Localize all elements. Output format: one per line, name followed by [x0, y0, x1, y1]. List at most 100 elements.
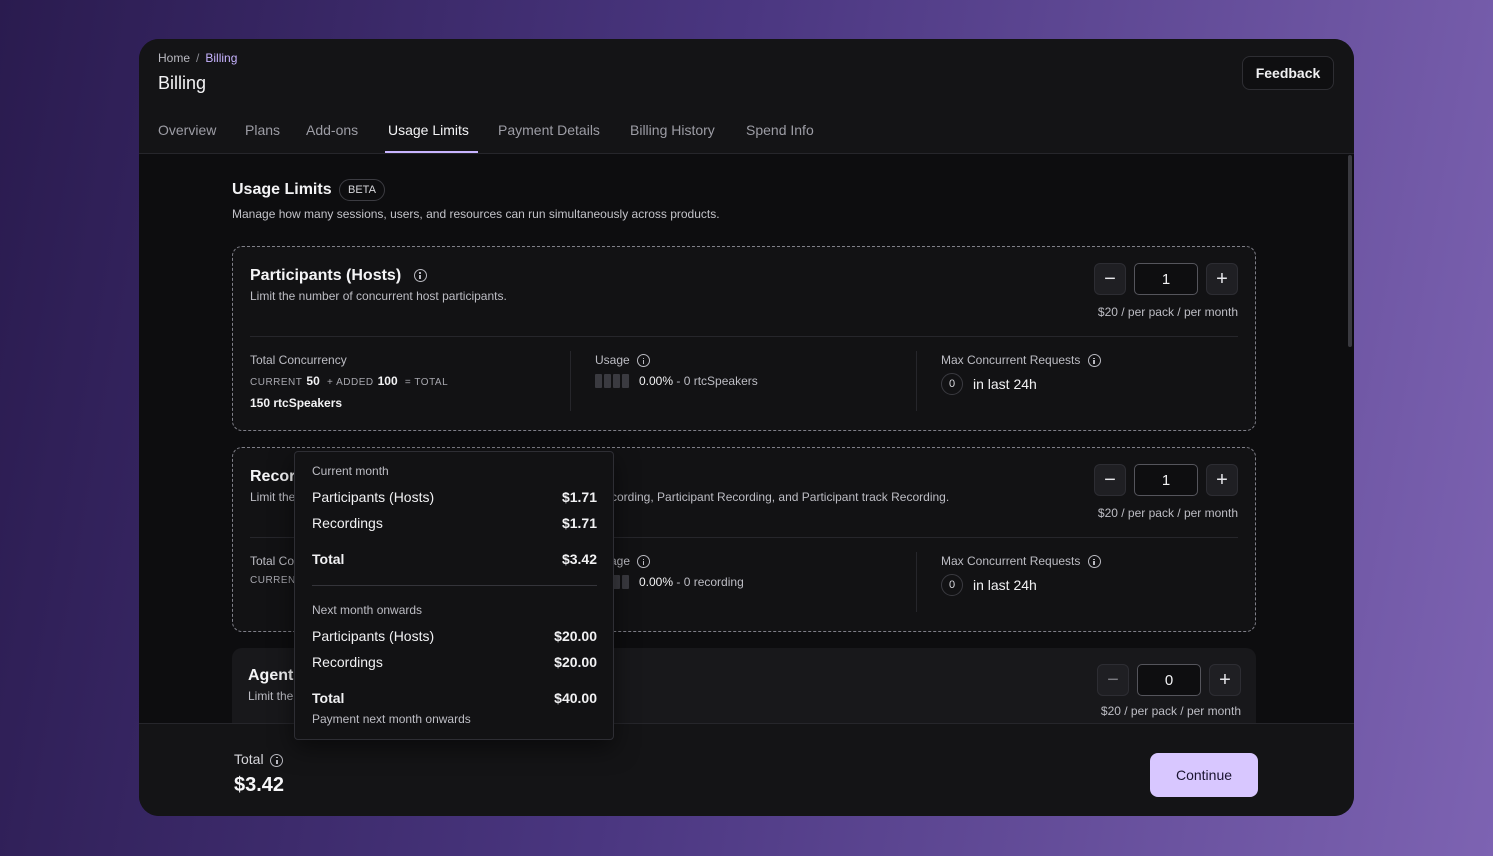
tab-bar: Overview Plans Add-ons Usage Limits Paym… [139, 109, 1354, 154]
footer-total-label-text: Total [234, 751, 264, 767]
beta-badge: BETA [339, 179, 385, 201]
tab-usage-limits[interactable]: Usage Limits [388, 122, 469, 138]
row-label: Participants (Hosts) [312, 489, 435, 505]
usage-bar-icon [595, 374, 629, 388]
total-value: 150 rtcSpeakers [250, 396, 343, 410]
next-month-heading: Next month onwards [312, 603, 423, 617]
info-icon[interactable] [637, 555, 651, 569]
price-label: $20 / per pack / per month [1097, 305, 1238, 319]
usage-detail: - 0 rtcSpeakers [676, 374, 758, 388]
max-requests-label: Max Concurrent Requests [941, 353, 1101, 368]
info-icon[interactable] [413, 269, 427, 283]
info-icon[interactable] [1087, 354, 1101, 368]
quantity-stepper: − + [1097, 664, 1241, 696]
page-title: Billing [158, 73, 207, 93]
tab-billing-history[interactable]: Billing History [630, 122, 715, 138]
quantity-stepper: − + [1094, 464, 1238, 496]
usage-label: Usage [595, 353, 651, 368]
divider [250, 336, 1238, 337]
info-icon[interactable] [270, 753, 284, 767]
added-label: + ADDED [327, 377, 374, 388]
usage-percent: 0.00% [639, 575, 674, 589]
usage-percent: 0.00% [639, 374, 674, 388]
column-divider [570, 351, 571, 411]
card-title: Recor [250, 468, 296, 485]
column-divider [916, 552, 917, 612]
row-label: Recordings [312, 654, 383, 670]
tab-overview[interactable]: Overview [158, 122, 216, 138]
popover-row: Participants (Hosts) $1.71 [312, 489, 597, 505]
row-amount: $1.71 [561, 515, 597, 531]
row-label: Recordings [312, 515, 383, 531]
usage-text: 0.00% - 0 recording [639, 575, 744, 589]
continue-button[interactable]: Continue [1150, 753, 1258, 797]
breadcrumb-separator: / [196, 51, 200, 65]
quantity-stepper: − + [1094, 263, 1238, 295]
price-label: $20 / per pack / per month [1100, 704, 1241, 718]
request-count-badge: 0 [941, 574, 963, 596]
total-amount: $40.00 [554, 690, 597, 706]
current-label: CURRENT [250, 377, 303, 388]
decrement-button[interactable]: − [1094, 263, 1126, 295]
max-requests-label: Max Concurrent Requests [941, 554, 1101, 569]
card-title-text: Participants (Hosts) [250, 267, 402, 284]
tab-plans[interactable]: Plans [245, 122, 280, 138]
usage-text: 0.00% - 0 rtcSpeakers [639, 374, 758, 388]
current-month-heading: Current month [312, 464, 389, 478]
current-value: 50 [306, 374, 320, 388]
quantity-input[interactable] [1134, 464, 1198, 496]
usage-label-text: Usage [595, 353, 630, 367]
total-concurrency-label: Total Concurrency [250, 353, 347, 367]
footer-total-label: Total [234, 751, 284, 767]
concurrency-breakdown: CURRENT 50 + ADDED 100 = TOTAL [250, 374, 448, 388]
quantity-input[interactable] [1134, 263, 1198, 295]
scrollbar[interactable] [1348, 155, 1352, 347]
max-label-text: Max Concurrent Requests [941, 554, 1081, 568]
popover-row: Recordings $1.71 [312, 515, 597, 531]
tab-payment-details[interactable]: Payment Details [498, 122, 600, 138]
decrement-button[interactable]: − [1094, 464, 1126, 496]
popover-row: Participants (Hosts) $20.00 [312, 628, 597, 644]
total-label: Total [312, 690, 345, 706]
popover-divider [312, 585, 597, 586]
popover-total-row: Total $3.42 [312, 551, 597, 567]
card-title: Agent [248, 667, 294, 684]
tab-add-ons[interactable]: Add-ons [306, 122, 358, 138]
popover-row: Recordings $20.00 [312, 654, 597, 670]
column-divider [916, 351, 917, 411]
card-description: Limit the number of concurrent host part… [250, 289, 507, 303]
section-description: Manage how many sessions, users, and res… [232, 207, 720, 221]
request-period: in last 24h [973, 376, 1037, 392]
tab-spend-info[interactable]: Spend Info [746, 122, 814, 138]
total-label: Total [312, 551, 345, 567]
increment-button[interactable]: + [1209, 664, 1241, 696]
info-icon[interactable] [1087, 555, 1101, 569]
header: Home / Billing Billing Feedback [139, 39, 1354, 109]
breadcrumb: Home / Billing [158, 51, 237, 65]
popover-total-row: Total $40.00 [312, 690, 597, 706]
card-description-tail: cording, Participant Recording, and Part… [611, 490, 950, 504]
usage-label: age [610, 554, 651, 569]
row-label: Participants (Hosts) [312, 628, 435, 644]
max-label-text: Max Concurrent Requests [941, 353, 1081, 367]
active-tab-indicator [385, 151, 478, 153]
breadcrumb-home[interactable]: Home [158, 51, 190, 65]
price-label: $20 / per pack / per month [1097, 506, 1238, 520]
request-count-badge: 0 [941, 373, 963, 395]
breadcrumb-current[interactable]: Billing [205, 51, 237, 65]
increment-button[interactable]: + [1206, 464, 1238, 496]
card-title: Participants (Hosts) [250, 267, 427, 285]
feedback-button[interactable]: Feedback [1242, 56, 1334, 90]
card-description: Limit the [248, 689, 294, 703]
footer-total-value: $3.42 [234, 774, 285, 796]
quantity-input[interactable] [1137, 664, 1201, 696]
total-amount: $3.42 [561, 551, 597, 567]
total-label: = TOTAL [404, 377, 449, 388]
row-amount: $20.00 [554, 654, 597, 670]
increment-button[interactable]: + [1206, 263, 1238, 295]
info-icon[interactable] [637, 354, 651, 368]
decrement-button[interactable]: − [1097, 664, 1129, 696]
request-period: in last 24h [973, 577, 1037, 593]
usage-detail: - 0 recording [676, 575, 744, 589]
concurrency-breakdown: CURREN [250, 575, 296, 586]
